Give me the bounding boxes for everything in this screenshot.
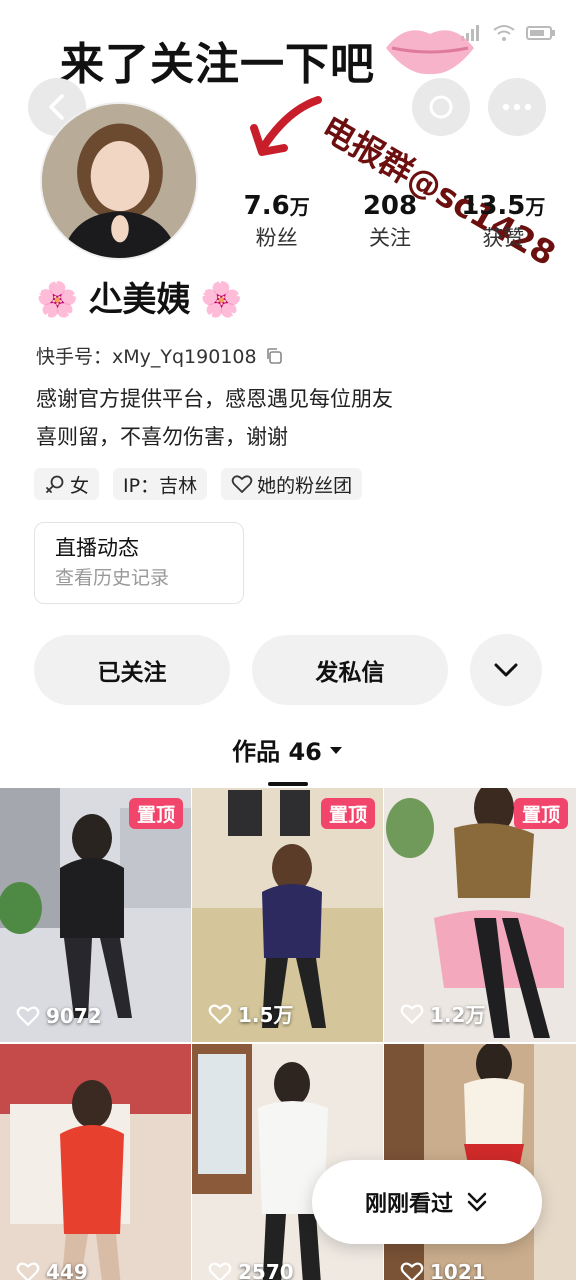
- chevron-left-icon: [49, 94, 64, 120]
- lips-icon: [386, 30, 474, 75]
- tag-label: IP：吉林: [123, 474, 198, 497]
- video-thumbnail[interactable]: 置顶 1.5万: [192, 788, 383, 1042]
- chevron-down-icon: [494, 663, 518, 677]
- tag-label: 她的粉丝团: [257, 474, 353, 497]
- recently-viewed-button[interactable]: 刚刚看过: [312, 1160, 542, 1244]
- female-icon: [46, 475, 64, 493]
- tag-gender: 女: [34, 468, 100, 500]
- video-thumbnail[interactable]: 置顶 9072: [0, 788, 191, 1042]
- tag-fan-club[interactable]: 她的粉丝团: [221, 468, 363, 500]
- like-count: 1.2万: [400, 999, 485, 1028]
- like-count-value: 1.5万: [238, 1003, 294, 1027]
- heart-icon: [400, 1004, 424, 1024]
- video-thumbnail[interactable]: 449: [0, 1044, 191, 1280]
- stat-fans[interactable]: 7.6万 粉丝: [220, 190, 333, 253]
- like-count-value: 449: [46, 1260, 88, 1280]
- bio-line: 喜则留，不喜勿伤害，谢谢: [36, 425, 288, 449]
- profile-actions: 已关注 发私信: [34, 634, 542, 706]
- live-card-subtitle: 查看历史记录: [55, 567, 170, 589]
- stat-unit: 万: [525, 195, 546, 219]
- tag-ip: IP：吉林: [113, 468, 208, 500]
- heart-icon: [16, 1262, 40, 1280]
- pinned-badge: 置顶: [128, 798, 183, 829]
- heart-icon: [16, 1006, 40, 1026]
- live-history-card[interactable]: 直播动态 查看历史记录: [34, 522, 244, 604]
- like-count-value: 1.2万: [430, 1003, 486, 1027]
- heart-icon: [208, 1004, 232, 1024]
- message-button[interactable]: 发私信: [252, 635, 448, 705]
- user-id-text: 快手号：xMy_Yq190108: [36, 346, 257, 368]
- tag-label: 女: [70, 474, 90, 497]
- pinned-badge: 置顶: [513, 798, 568, 829]
- stat-value: 13.5: [461, 191, 526, 221]
- video-thumbnail[interactable]: 置顶 1.2万: [384, 788, 576, 1042]
- like-count: 449: [16, 1260, 88, 1280]
- tab-underline: [268, 782, 308, 786]
- share-icon: [429, 95, 453, 119]
- copy-icon[interactable]: [265, 347, 283, 365]
- tab-works[interactable]: 作品 46: [0, 732, 576, 786]
- more-button[interactable]: [488, 78, 546, 136]
- heart-icon: [208, 1262, 232, 1280]
- battery-icon: [526, 26, 555, 40]
- stat-label: 获赞: [482, 226, 525, 250]
- like-count: 2570: [208, 1260, 294, 1280]
- stat-value: 208: [362, 191, 418, 221]
- wifi-icon: [493, 25, 515, 41]
- like-count: 1021: [400, 1260, 486, 1280]
- like-count: 1.5万: [208, 999, 293, 1028]
- user-id-row: 快手号：xMy_Yq190108: [36, 342, 283, 369]
- caret-down-icon: [329, 746, 342, 754]
- profile-name-row: 🌸 尐美姨 🌸: [36, 278, 243, 322]
- avatar[interactable]: [40, 102, 198, 260]
- stat-label: 关注: [368, 226, 411, 250]
- profile-stats: 7.6万 粉丝 208 关注 13.5万 获赞: [220, 190, 560, 253]
- stat-label: 粉丝: [255, 226, 298, 250]
- profile-header: 来了关注一下吧 电报群@sc1428 7.6万 粉丝 208 关注 13.5万 …: [0, 0, 576, 273]
- stat-value: 7.6: [243, 191, 290, 221]
- followed-button[interactable]: 已关注: [34, 635, 230, 705]
- live-card-title: 直播动态: [55, 536, 139, 560]
- like-count: 9072: [16, 1004, 102, 1028]
- stat-unit: 万: [289, 195, 310, 219]
- profile-name: 尐美姨: [88, 280, 191, 320]
- works-tab-label: 作品 46: [232, 738, 322, 766]
- arrow-icon: [250, 96, 322, 156]
- heart-outline-icon: [231, 475, 253, 493]
- flower-icon: 🌸: [36, 280, 79, 320]
- profile-bio: 感谢官方提供平台，感恩遇见每位朋友 喜则留，不喜勿伤害，谢谢: [36, 380, 393, 456]
- video-thumbnail-image: [0, 1044, 191, 1280]
- heart-icon: [400, 1262, 424, 1280]
- expand-button[interactable]: [470, 634, 542, 706]
- flower-icon: 🌸: [200, 280, 243, 320]
- pinned-badge: 置顶: [320, 798, 375, 829]
- overlay-headline: 来了关注一下吧: [60, 39, 375, 90]
- recently-viewed-label: 刚刚看过: [364, 1192, 453, 1217]
- stat-likes[interactable]: 13.5万 获赞: [447, 190, 560, 253]
- avatar-portrait: [42, 104, 196, 258]
- bio-line: 感谢官方提供平台，感恩遇见每位朋友: [36, 387, 393, 411]
- like-count-value: 1021: [430, 1260, 486, 1280]
- share-button[interactable]: [412, 78, 470, 136]
- stat-following[interactable]: 208 关注: [333, 190, 446, 253]
- like-count-value: 9072: [46, 1004, 102, 1028]
- more-dots-icon: [502, 103, 532, 111]
- profile-tags: 女 IP：吉林 她的粉丝团: [34, 468, 363, 500]
- double-chevron-down-icon: [467, 1192, 487, 1212]
- like-count-value: 2570: [238, 1260, 294, 1280]
